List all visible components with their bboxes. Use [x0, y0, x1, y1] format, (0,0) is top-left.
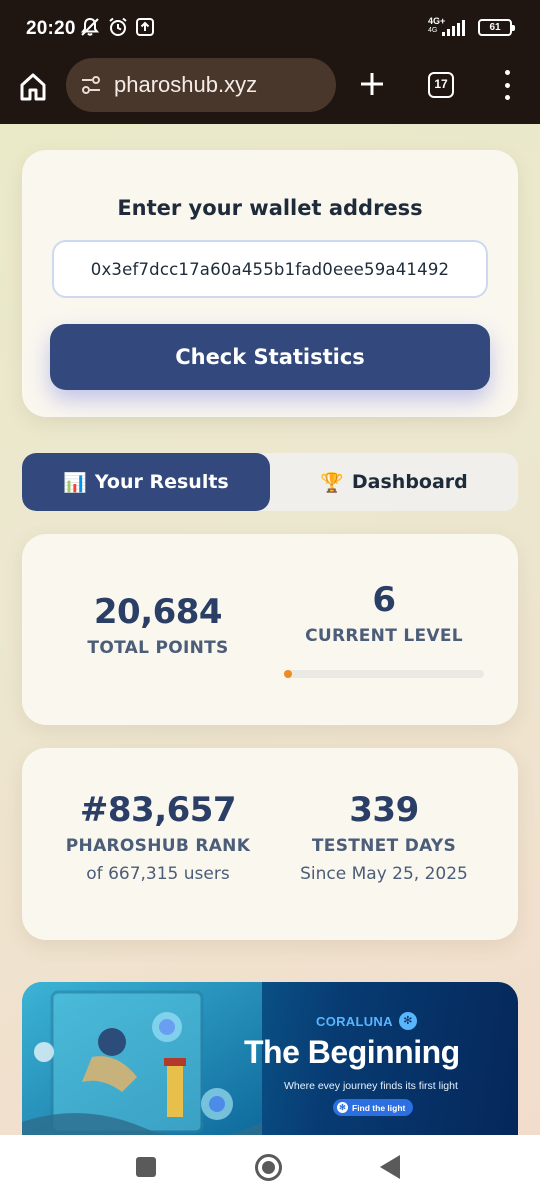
wallet-title: Enter your wallet address	[117, 196, 423, 220]
brand-name: CORALUNA	[316, 1013, 393, 1029]
check-statistics-button[interactable]: Check Statistics	[50, 324, 490, 390]
tab-dashboard[interactable]: 🏆 Dashboard	[270, 453, 518, 511]
coraluna-banner[interactable]: CORALUNA ✻ The Beginning Where evey jour…	[22, 982, 518, 1135]
total-points-label: TOTAL POINTS	[87, 638, 229, 658]
testnet-days-stat: 339 TESTNET DAYS Since May 25, 2025	[260, 790, 508, 884]
rank-value: #83,657	[79, 790, 237, 830]
rank-days-card: #83,657 PHAROSHUB RANK of 667,315 users …	[22, 748, 518, 940]
browser-toolbar: pharoshub.xyz 17	[0, 56, 540, 124]
plus-icon[interactable]	[358, 70, 386, 98]
find-the-light-label: Find the light	[352, 1102, 406, 1113]
testnet-days-label: TESTNET DAYS	[311, 836, 457, 856]
banner-title: The Beginning	[244, 1034, 460, 1070]
upload-notification-icon	[136, 18, 154, 36]
testnet-days-value: 339	[349, 790, 419, 830]
coral-icon: ✻	[398, 1012, 417, 1030]
total-points-value: 20,684	[93, 592, 223, 632]
find-the-light-button[interactable]: ✻ Find the light	[333, 1099, 414, 1116]
wallet-card: Enter your wallet address Check Statisti…	[22, 150, 518, 417]
rank-stat: #83,657 PHAROSHUB RANK of 667,315 users	[34, 790, 282, 884]
alarm-icon	[109, 17, 127, 36]
status-icons-left	[80, 17, 154, 37]
banner-tagline: Where evey journey finds its first light	[284, 1080, 458, 1092]
points-level-card: 20,684 TOTAL POINTS 6 CURRENT LEVEL	[22, 534, 518, 725]
current-level-stat: 6 CURRENT LEVEL	[260, 580, 508, 646]
results-tabs: 📊 Your Results 🏆 Dashboard	[22, 453, 518, 511]
site-settings-icon[interactable]	[80, 74, 102, 96]
rank-sub: of 667,315 users	[86, 864, 230, 884]
current-level-value: 6	[372, 580, 396, 620]
notifications-off-icon	[80, 17, 100, 36]
level-progress-bar	[284, 670, 484, 678]
home-nav-icon[interactable]	[255, 1154, 282, 1181]
more-menu-icon[interactable]	[500, 70, 514, 100]
light-icon: ✻	[337, 1102, 348, 1113]
back-icon[interactable]	[380, 1155, 400, 1179]
recents-icon[interactable]	[136, 1157, 156, 1177]
current-level-label: CURRENT LEVEL	[305, 626, 463, 646]
battery-icon: 61	[478, 18, 515, 36]
chart-icon: 📊	[63, 471, 87, 494]
wallet-address-input[interactable]	[52, 240, 488, 298]
status-time: 20:20	[26, 18, 76, 39]
tab-label: Your Results	[94, 471, 229, 493]
tab-switcher-icon[interactable]: 17	[428, 72, 454, 98]
status-bar: 20:20 4G+ 4G 61	[0, 0, 540, 56]
system-nav-bar	[0, 1135, 540, 1200]
tab-label: Dashboard	[351, 471, 468, 493]
testnet-days-sub: Since May 25, 2025	[300, 864, 468, 884]
status-icons-right: 4G+ 4G 61	[428, 16, 515, 38]
network-sub: 4G	[428, 27, 438, 34]
tab-your-results[interactable]: 📊 Your Results	[22, 453, 270, 511]
rank-label: PHAROSHUB RANK	[65, 836, 251, 856]
level-progress-fill	[284, 670, 292, 678]
signal-icon: 4G+ 4G	[428, 16, 468, 38]
url-bar[interactable]: pharoshub.xyz	[66, 58, 336, 112]
trophy-icon: 🏆	[320, 471, 344, 494]
brand-row: CORALUNA ✻	[316, 1012, 417, 1030]
total-points-stat: 20,684 TOTAL POINTS	[34, 592, 282, 658]
banner-illustration	[22, 982, 262, 1135]
signal-bars	[442, 20, 465, 36]
home-icon[interactable]	[18, 72, 48, 102]
url-text[interactable]: pharoshub.xyz	[114, 72, 257, 98]
